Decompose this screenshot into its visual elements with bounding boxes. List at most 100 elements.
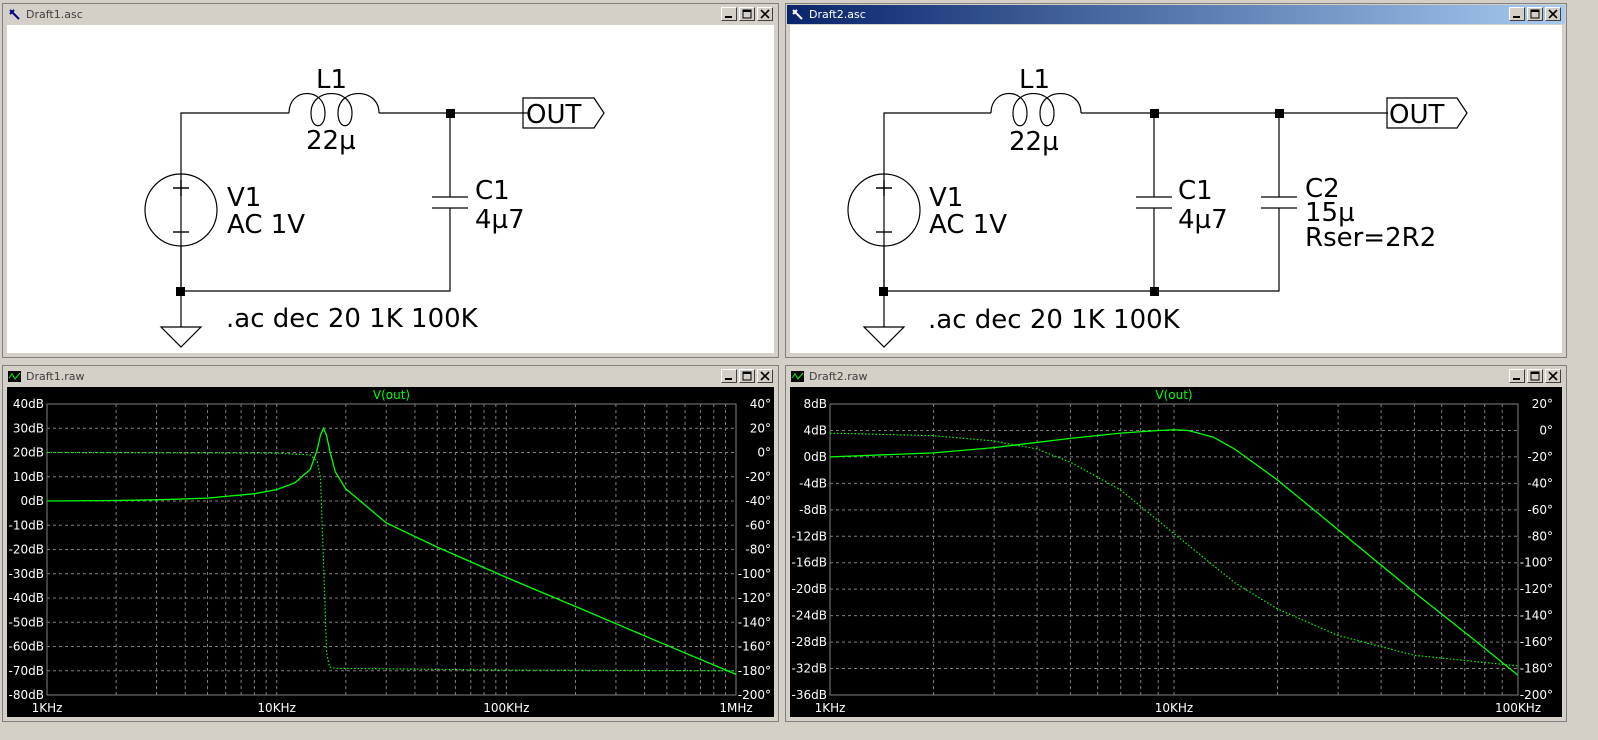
y-tick-label-right: -140° xyxy=(738,615,771,629)
maximize-button[interactable] xyxy=(739,7,755,21)
y-tick-label-left: -20dB xyxy=(792,582,827,596)
y-tick-label-left: -40dB xyxy=(9,591,44,605)
close-icon xyxy=(1548,371,1558,381)
c1-value-label: 4µ7 xyxy=(475,205,525,235)
y-tick-label-left: -30dB xyxy=(9,567,44,581)
y-tick-label-right: -120° xyxy=(1520,582,1553,596)
y-tick-label-right: 0° xyxy=(757,446,771,460)
y-tick-label-right: -160° xyxy=(738,640,771,654)
maximize-icon xyxy=(1530,371,1540,381)
wire xyxy=(181,208,451,292)
y-tick-label-left: -60dB xyxy=(9,640,44,654)
minimize-button[interactable] xyxy=(1509,7,1525,21)
spice-directive[interactable]: .ac dec 20 1K 100K xyxy=(928,305,1181,335)
junction-dot xyxy=(176,287,185,296)
inductor-l1-symbol xyxy=(990,92,1082,127)
maximize-icon xyxy=(1530,9,1540,19)
bode-plot-draft2[interactable]: 8dB 4dB 0dB -4dB -8dB -12dB -16dB -20dB -24dB -28… xyxy=(790,387,1562,717)
out-label: OUT xyxy=(1389,100,1444,130)
capacitor-c2-symbol xyxy=(1261,196,1297,209)
y-tick-label-left: -28dB xyxy=(792,635,827,649)
y-tick-label-right: -80° xyxy=(745,543,771,557)
draft2-plot-titlebar[interactable]: Draft2.raw xyxy=(787,367,1565,386)
y-tick-label-right: -180° xyxy=(738,664,771,678)
y-tick-label-left: -36dB xyxy=(792,688,827,702)
y-tick-label-right: -40° xyxy=(745,494,771,508)
maximize-button[interactable] xyxy=(1527,7,1543,21)
waveform-plot-area[interactable]: 8dB 4dB 0dB -4dB -8dB -12dB -16dB -20dB -24dB -28… xyxy=(790,387,1562,717)
y-tick-label-left: 20dB xyxy=(13,446,44,460)
y-tick-label-left: -70dB xyxy=(9,664,44,678)
maximize-button[interactable] xyxy=(739,369,755,383)
minimize-button[interactable] xyxy=(721,369,737,383)
y-tick-label-right: -200° xyxy=(1520,688,1553,702)
close-button[interactable] xyxy=(757,7,773,21)
close-button[interactable] xyxy=(757,369,773,383)
y-tick-label-left: -4dB xyxy=(799,476,827,490)
y-tick-label-right: -60° xyxy=(1527,503,1553,517)
ground-symbol xyxy=(159,326,203,348)
y-tick-label-right: -100° xyxy=(1520,556,1553,570)
inductor-l1-symbol xyxy=(288,92,380,127)
minimize-button[interactable] xyxy=(1509,369,1525,383)
l1-value-label: 22µ xyxy=(1009,127,1059,157)
y-tick-label-right: 40° xyxy=(750,397,771,411)
y-tick-label-left: -12dB xyxy=(792,529,827,543)
y-tick-label-right: -160° xyxy=(1520,635,1553,649)
x-tick-label: 100KHz xyxy=(483,701,529,715)
draft2-schematic-titlebar[interactable]: Draft2.asc xyxy=(787,5,1565,24)
waveform-icon xyxy=(8,371,21,382)
maximize-button[interactable] xyxy=(1527,369,1543,383)
window-title: Draft1.raw xyxy=(26,370,85,383)
schematic-canvas[interactable]: L1 22µ V1 AC 1V C1 4µ7 C2 15µ Rser=2R2 O… xyxy=(790,25,1562,353)
draft2-schematic-window[interactable]: Draft2.asc L1 22µ V1 AC 1V C1 4µ7 C2 15µ… xyxy=(785,3,1567,358)
y-tick-label-left: 30dB xyxy=(13,421,44,435)
draft1-schematic-titlebar[interactable]: Draft1.asc xyxy=(4,5,777,24)
maximize-icon xyxy=(742,371,752,381)
junction-dot xyxy=(446,109,455,118)
y-tick-label-right: -40° xyxy=(1527,476,1553,490)
trace-title: V(out) xyxy=(1155,388,1192,402)
bode-plot-draft1[interactable]: 40dB 30dB 20dB 10dB 0dB -10dB -20dB -30dB -40dB -… xyxy=(7,387,774,717)
v1-value-label: AC 1V xyxy=(929,210,1007,240)
l1-name-label: L1 xyxy=(1019,65,1050,95)
waveform-plot-area[interactable]: 40dB 30dB 20dB 10dB 0dB -10dB -20dB -30dB -40dB -… xyxy=(7,387,774,717)
y-tick-label-left: 40dB xyxy=(13,397,44,411)
close-icon xyxy=(760,371,770,381)
draft1-schematic-window[interactable]: Draft1.asc L1 22µ V1 AC 1V C1 4µ7 OUT .a… xyxy=(2,3,779,358)
y-tick-label-right: -180° xyxy=(1520,662,1553,676)
v1-name-label: V1 xyxy=(929,183,963,213)
y-tick-label-right: -20° xyxy=(745,470,771,484)
y-tick-label-left: -50dB xyxy=(9,615,44,629)
y-tick-label-left: 0dB xyxy=(21,494,44,508)
y-tick-label-right: -200° xyxy=(738,688,771,702)
y-tick-label-left: -32dB xyxy=(792,662,827,676)
c1-name-label: C1 xyxy=(1178,176,1213,206)
ltspice-schematic-icon xyxy=(792,9,803,20)
window-title: Draft2.asc xyxy=(809,8,866,21)
minimize-icon xyxy=(1513,16,1520,18)
draft1-plot-window[interactable]: Draft1.raw 40dB 30dB 20dB 10dB 0dB -10dB -20dB… xyxy=(2,365,779,722)
y-tick-label-left: 4dB xyxy=(804,423,827,437)
c1-name-label: C1 xyxy=(475,176,510,206)
draft1-plot-titlebar[interactable]: Draft1.raw xyxy=(4,367,777,386)
y-tick-label-left: -80dB xyxy=(9,688,44,702)
v1-value-label: AC 1V xyxy=(227,210,305,240)
draft2-plot-window[interactable]: Draft2.raw 8dB 4dB 0dB -4dB -8dB -12dB -16dB -2… xyxy=(785,365,1567,722)
minimize-icon xyxy=(725,378,732,380)
close-button[interactable] xyxy=(1545,369,1561,383)
close-button[interactable] xyxy=(1545,7,1561,21)
capacitor-c1-symbol xyxy=(432,196,468,209)
close-icon xyxy=(1548,9,1558,19)
magnitude-trace xyxy=(46,426,737,675)
ltspice-schematic-icon xyxy=(9,9,20,20)
out-label: OUT xyxy=(526,100,581,130)
y-tick-label-right: -60° xyxy=(745,518,771,532)
schematic-canvas[interactable]: L1 22µ V1 AC 1V C1 4µ7 OUT .ac dec 20 1K… xyxy=(7,25,774,353)
spice-directive[interactable]: .ac dec 20 1K 100K xyxy=(226,304,479,334)
x-tick-label: 1KHz xyxy=(32,701,63,715)
x-tick-label: 10KHz xyxy=(257,701,295,715)
close-icon xyxy=(760,9,770,19)
minimize-button[interactable] xyxy=(721,7,737,21)
junction-dot xyxy=(1150,109,1159,118)
